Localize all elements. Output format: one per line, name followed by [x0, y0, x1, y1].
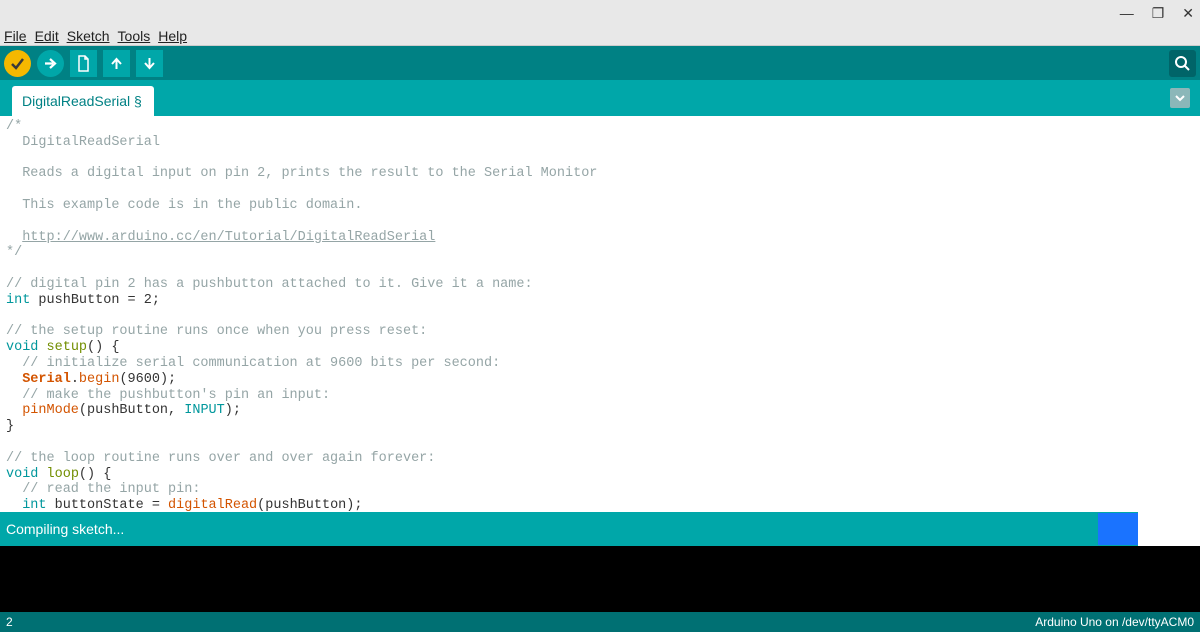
code-line: } [6, 419, 14, 434]
code-token [38, 467, 46, 482]
code-line: */ [6, 245, 22, 260]
code-token: void [6, 340, 38, 355]
tab-menu-button[interactable] [1170, 88, 1190, 108]
serial-monitor-button[interactable] [1169, 50, 1196, 77]
code-editor[interactable]: /* DigitalReadSerial Reads a digital inp… [0, 116, 1200, 512]
open-sketch-button[interactable] [103, 50, 130, 77]
code-token [38, 340, 46, 355]
code-token: () { [87, 340, 119, 355]
tab-digitalreadserial[interactable]: DigitalReadSerial § [12, 86, 154, 116]
code-line: This example code is in the public domai… [6, 198, 362, 213]
code-token: digitalRead [168, 498, 257, 512]
code-line: /* [6, 119, 22, 134]
code-line: // make the pushbutton's pin an input: [6, 388, 330, 403]
code-token: (pushButton); [257, 498, 362, 512]
check-icon [10, 56, 25, 71]
arrow-down-icon [142, 56, 157, 71]
code-token: setup [47, 340, 88, 355]
menu-tools[interactable]: Tools [116, 27, 153, 45]
code-token: Serial [22, 372, 71, 387]
board-port-label: Arduino Uno on /dev/ttyACM0 [1035, 615, 1194, 629]
status-message: Compiling sketch... [0, 521, 124, 537]
code-token: INPUT [184, 403, 225, 418]
chevron-down-icon [1174, 92, 1186, 104]
magnifier-icon [1174, 55, 1191, 72]
new-sketch-button[interactable] [70, 50, 97, 77]
code-line [6, 230, 22, 245]
menu-bar: File Edit Sketch Tools Help [0, 26, 1200, 46]
output-console[interactable] [0, 546, 1200, 612]
code-line: // read the input pin: [6, 482, 200, 497]
code-token [6, 498, 22, 512]
window-close-icon[interactable]: ✕ [1182, 5, 1194, 22]
progress-fill [1098, 513, 1138, 545]
code-line: // digital pin 2 has a pushbutton attach… [6, 277, 533, 292]
code-token [6, 372, 22, 387]
code-token: buttonState = [47, 498, 169, 512]
code-token: int [22, 498, 46, 512]
code-line: Reads a digital input on pin 2, prints t… [6, 166, 597, 181]
code-token: begin [79, 372, 120, 387]
verify-button[interactable] [4, 50, 31, 77]
code-token: () { [79, 467, 111, 482]
code-line: // the loop routine runs over and over a… [6, 451, 435, 466]
window-titlebar: — ❐ ✕ [0, 0, 1200, 26]
code-token: (9600); [119, 372, 176, 387]
file-icon [76, 55, 91, 72]
menu-edit[interactable]: Edit [33, 27, 61, 45]
code-token: void [6, 467, 38, 482]
window-maximize-icon[interactable]: ❐ [1152, 5, 1165, 22]
footer-bar: 2 Arduino Uno on /dev/ttyACM0 [0, 612, 1200, 632]
window-minimize-icon[interactable]: — [1120, 5, 1134, 21]
toolbar [0, 46, 1200, 80]
code-token: pinMode [22, 403, 79, 418]
upload-button[interactable] [37, 50, 64, 77]
line-number: 2 [6, 615, 13, 629]
menu-help[interactable]: Help [156, 27, 189, 45]
code-link[interactable]: http://www.arduino.cc/en/Tutorial/Digita… [22, 230, 435, 245]
arrow-up-icon [109, 56, 124, 71]
save-sketch-button[interactable] [136, 50, 163, 77]
code-token: (pushButton, [79, 403, 184, 418]
progress-track [1138, 512, 1200, 546]
code-line: // the setup routine runs once when you … [6, 324, 427, 339]
sketch-tab-bar: DigitalReadSerial § [0, 80, 1200, 116]
code-token: loop [47, 467, 79, 482]
arrow-right-icon [43, 56, 58, 71]
status-bar: Compiling sketch... [0, 512, 1200, 546]
code-token: pushButton = 2; [30, 293, 160, 308]
code-token: int [6, 293, 30, 308]
code-line: DigitalReadSerial [6, 135, 160, 150]
code-token: . [71, 372, 79, 387]
code-token: ); [225, 403, 241, 418]
compile-progress [658, 512, 1138, 546]
menu-sketch[interactable]: Sketch [65, 27, 112, 45]
code-token [6, 403, 22, 418]
menu-file[interactable]: File [2, 27, 29, 45]
code-line: // initialize serial communication at 96… [6, 356, 500, 371]
